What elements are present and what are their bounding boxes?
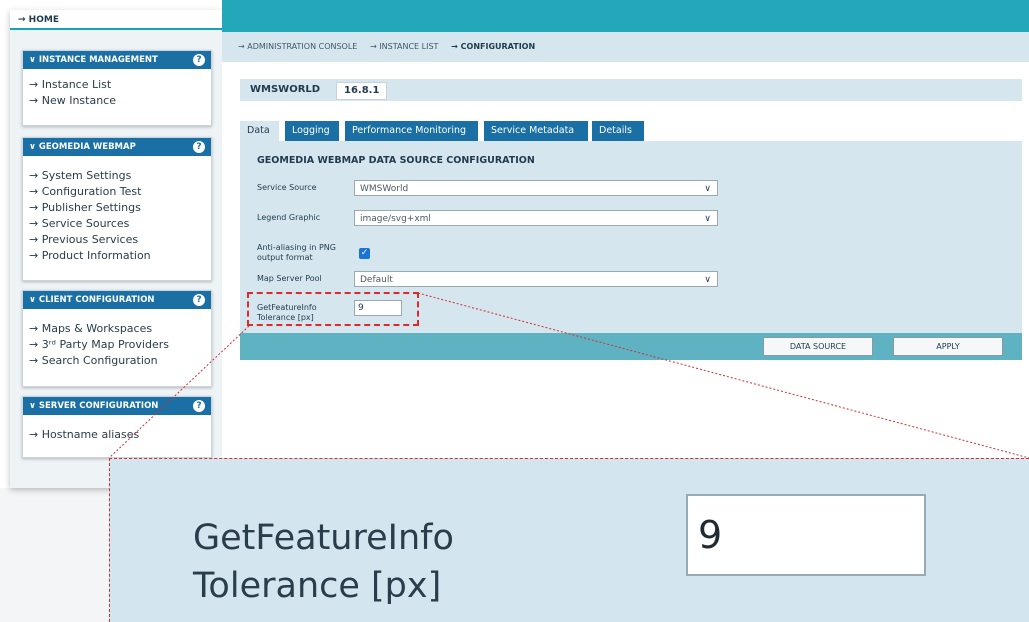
zoom-label-line2: Tolerance [px]: [193, 566, 442, 606]
zoom-tolerance-input: 9: [686, 494, 926, 576]
zoom-label-line1: GetFeatureInfo: [193, 518, 454, 558]
zoom-tolerance-label: GetFeatureInfo Tolerance [px]: [193, 514, 454, 610]
